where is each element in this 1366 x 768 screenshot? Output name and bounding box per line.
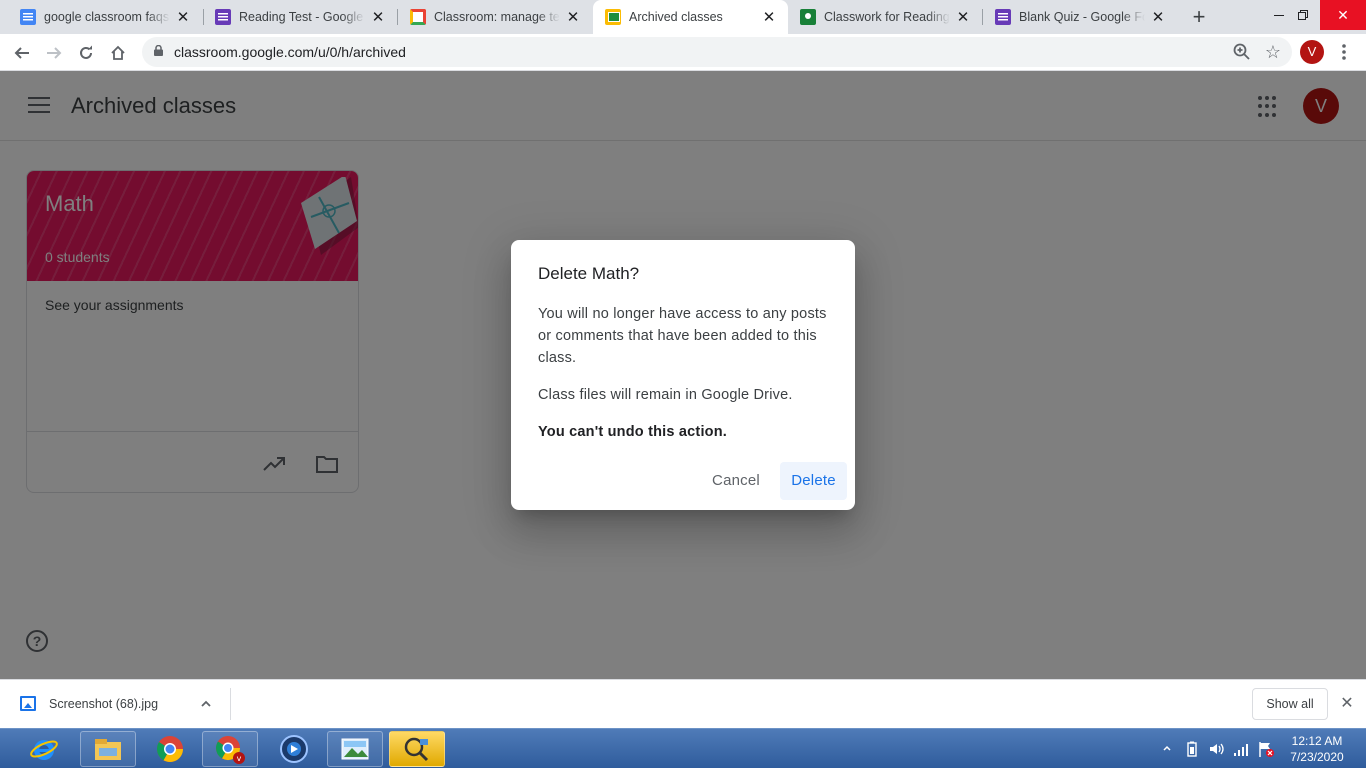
dialog-body-text: You will no longer have access to any po… bbox=[538, 306, 827, 366]
svg-text:v: v bbox=[237, 754, 242, 763]
window-close-icon[interactable]: ✕ bbox=[1320, 0, 1366, 30]
close-icon[interactable]: ✕ bbox=[1339, 696, 1355, 712]
home-icon[interactable] bbox=[104, 39, 132, 67]
clock-date: 7/23/2020 bbox=[1290, 750, 1344, 764]
download-divider bbox=[230, 688, 231, 720]
browser-toolbar: classroom.google.com/u/0/h/archived ☆ V bbox=[0, 34, 1366, 71]
show-all-button[interactable]: Show all bbox=[1252, 688, 1328, 720]
tab-archived-classes[interactable]: Archived classes ✕ bbox=[593, 0, 788, 34]
tab-title: Classwork for Reading 1 bbox=[824, 10, 950, 24]
forward-arrow-icon[interactable] bbox=[40, 39, 68, 67]
file-explorer-icon[interactable] bbox=[80, 731, 136, 767]
tab-close-icon[interactable]: ✕ bbox=[174, 8, 192, 26]
battery-icon[interactable] bbox=[1184, 741, 1200, 757]
delete-class-dialog: Delete Math? You will no longer have acc… bbox=[511, 240, 855, 510]
image-file-icon bbox=[20, 696, 36, 711]
snipping-tool-icon[interactable] bbox=[389, 731, 445, 767]
forms-icon bbox=[995, 9, 1011, 25]
tab-close-icon[interactable]: ✕ bbox=[760, 8, 778, 26]
new-tab-plus-icon[interactable]: + bbox=[1188, 6, 1210, 28]
volume-icon[interactable] bbox=[1208, 741, 1226, 757]
lock-icon bbox=[154, 45, 163, 56]
download-bar: Screenshot (68).jpg Show all ✕ bbox=[0, 679, 1366, 728]
zoom-icon[interactable] bbox=[1232, 42, 1252, 62]
tab-close-icon[interactable]: ✕ bbox=[369, 8, 387, 26]
show-hidden-icons-icon[interactable] bbox=[1162, 743, 1172, 753]
cancel-button[interactable]: Cancel bbox=[699, 462, 773, 500]
tab-close-icon[interactable]: ✕ bbox=[564, 8, 582, 26]
chrome-icon[interactable] bbox=[142, 731, 198, 767]
windows-taskbar: v 12:12 AM 7/23/2020 bbox=[0, 728, 1366, 768]
google-icon bbox=[410, 9, 426, 25]
dialog-title: Delete Math? bbox=[538, 264, 640, 283]
media-player-icon[interactable] bbox=[266, 731, 322, 767]
bookmark-star-icon[interactable]: ☆ bbox=[1262, 41, 1284, 63]
classroom-green-icon bbox=[800, 9, 816, 25]
tab-google-classroom-faqs[interactable]: google classroom faqs a ✕ bbox=[8, 0, 202, 34]
profile-avatar[interactable]: V bbox=[1300, 40, 1324, 64]
tab-title: Archived classes bbox=[629, 10, 723, 24]
system-clock[interactable]: 12:12 AM 7/23/2020 bbox=[1282, 733, 1352, 765]
browser-tab-strip: google classroom faqs a ✕ Reading Test -… bbox=[0, 0, 1366, 34]
tab-title: Blank Quiz - Google For bbox=[1019, 10, 1145, 24]
address-bar[interactable]: classroom.google.com/u/0/h/archived ☆ bbox=[142, 37, 1292, 67]
tab-blank-quiz[interactable]: Blank Quiz - Google For ✕ bbox=[983, 0, 1177, 34]
docs-icon bbox=[20, 9, 36, 25]
forms-icon bbox=[215, 9, 231, 25]
tab-classwork-reading[interactable]: Classwork for Reading 1 ✕ bbox=[788, 0, 982, 34]
reload-icon[interactable] bbox=[72, 39, 100, 67]
clock-time: 12:12 AM bbox=[1291, 734, 1343, 748]
tab-close-icon[interactable]: ✕ bbox=[1149, 8, 1167, 26]
classroom-icon bbox=[605, 9, 621, 25]
download-file-name[interactable]: Screenshot (68).jpg bbox=[49, 697, 158, 711]
photo-viewer-icon[interactable] bbox=[327, 731, 383, 767]
dialog-warning: You can't undo this action. bbox=[538, 424, 728, 440]
action-center-flag-icon[interactable] bbox=[1257, 741, 1275, 757]
chrome-profile-active-icon[interactable]: v bbox=[202, 731, 258, 767]
tab-title: Classroom: manage teac bbox=[434, 10, 560, 24]
tab-classroom-manage[interactable]: Classroom: manage teac ✕ bbox=[398, 0, 592, 34]
dialog-drive-note: Class files will remain in Google Drive. bbox=[538, 387, 793, 403]
tab-title: google classroom faqs a bbox=[44, 10, 170, 24]
back-arrow-icon[interactable] bbox=[8, 39, 36, 67]
tab-title: Reading Test - Google Fo bbox=[239, 10, 365, 24]
url-text[interactable]: classroom.google.com/u/0/h/archived bbox=[174, 44, 406, 60]
tab-reading-test[interactable]: Reading Test - Google Fo ✕ bbox=[203, 0, 397, 34]
tab-close-icon[interactable]: ✕ bbox=[954, 8, 972, 26]
delete-button[interactable]: Delete bbox=[780, 462, 847, 500]
signal-icon[interactable] bbox=[1233, 741, 1249, 757]
chevron-up-icon[interactable] bbox=[200, 698, 212, 710]
internet-explorer-icon[interactable] bbox=[16, 731, 72, 767]
more-vert-icon[interactable] bbox=[1334, 41, 1354, 63]
